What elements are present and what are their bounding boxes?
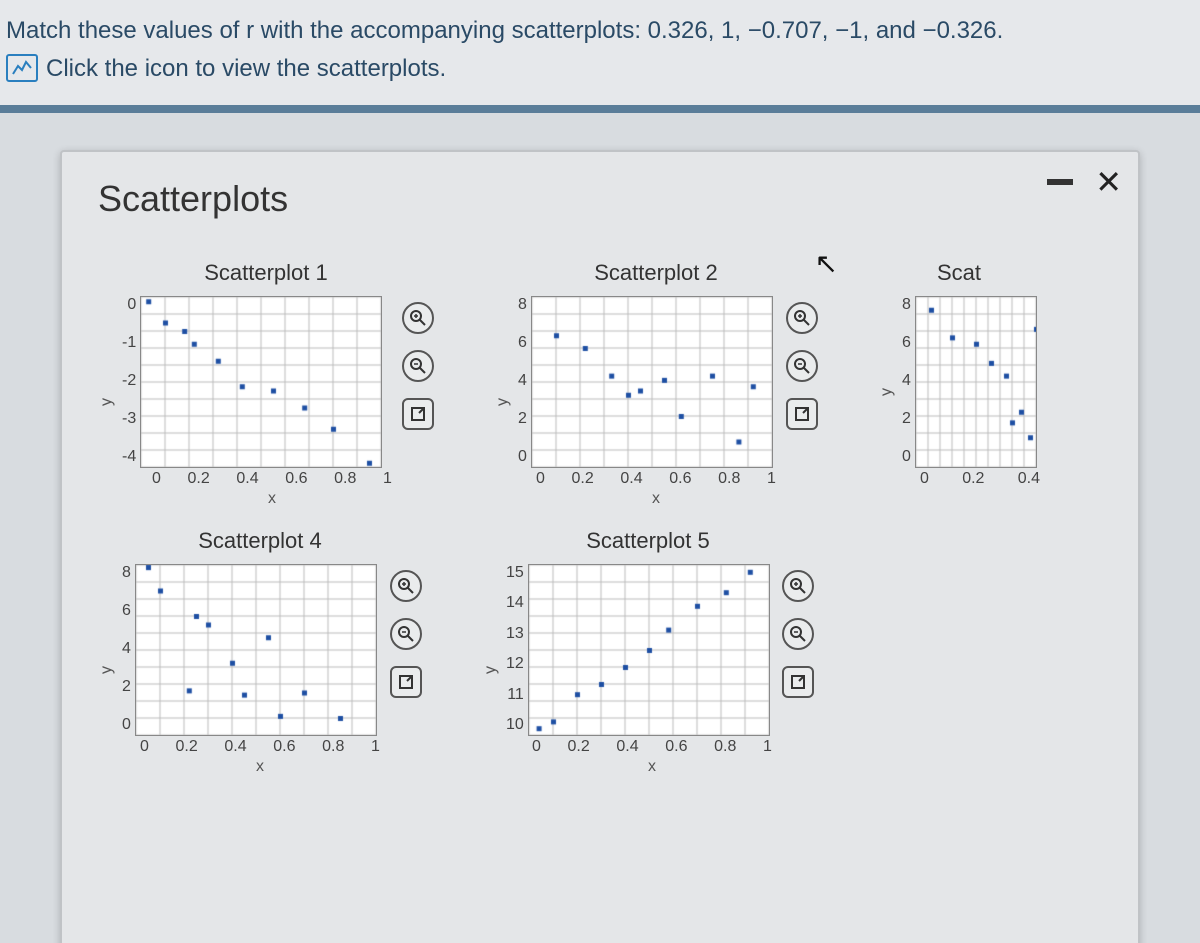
zoom-in-icon[interactable] — [782, 570, 814, 602]
scatterplots-dialog: ✕ ↖ Scatterplots Scatterplot 1 y 0-1-2-3… — [60, 150, 1140, 943]
question-line-1: Match these values of r with the accompa… — [6, 14, 1194, 48]
question-header: Match these values of r with the accompa… — [0, 0, 1200, 113]
plot-title: Scat — [937, 260, 981, 286]
zoom-in-icon[interactable] — [402, 302, 434, 334]
y-axis-label: y — [98, 398, 116, 406]
zoom-out-icon[interactable] — [782, 618, 814, 650]
dialog-title: Scatterplots — [98, 178, 1102, 220]
expand-icon[interactable] — [786, 398, 818, 430]
y-axis-label: y — [482, 666, 500, 674]
scatter-canvas-3 — [915, 296, 1037, 468]
expand-icon[interactable] — [782, 666, 814, 698]
question-line-2: Click the icon to view the scatterplots. — [46, 52, 446, 86]
scatterplot-1: Scatterplot 1 y 0-1-2-3-4 00.20.40.60.81… — [98, 260, 434, 508]
x-axis-label: x — [532, 758, 772, 776]
scatter-canvas-2 — [531, 296, 773, 468]
plot-title: Scatterplot 2 — [594, 260, 718, 286]
zoom-in-icon[interactable] — [786, 302, 818, 334]
scatter-canvas-1 — [140, 296, 382, 468]
cursor-icon: ↖ — [815, 247, 838, 280]
y-axis-label: y — [98, 666, 116, 674]
scatterplot-5: Scatterplot 5 y 151413121110 00.20.40.60… — [482, 528, 814, 776]
x-axis-label: x — [140, 758, 380, 776]
plot-tools — [402, 302, 434, 430]
zoom-out-icon[interactable] — [390, 618, 422, 650]
y-axis-label: y — [494, 398, 512, 406]
zoom-out-icon[interactable] — [786, 350, 818, 382]
zoom-out-icon[interactable] — [402, 350, 434, 382]
x-axis-label: x — [152, 490, 392, 508]
scatter-canvas-4 — [135, 564, 377, 736]
expand-icon[interactable] — [402, 398, 434, 430]
plot-title: Scatterplot 5 — [586, 528, 710, 554]
plot-title: Scatterplot 1 — [204, 260, 328, 286]
chart-line-icon[interactable] — [6, 54, 38, 82]
scatterplot-3: Scat y 86420 00.20.4 — [878, 260, 1040, 508]
scatter-canvas-5 — [528, 564, 770, 736]
expand-icon[interactable] — [390, 666, 422, 698]
y-axis-label: y — [878, 388, 896, 396]
scatterplot-2: Scatterplot 2 y 86420 00.20.40.60.81 x — [494, 260, 818, 508]
x-axis-label: x — [536, 490, 776, 508]
close-icon[interactable]: ✕ — [1095, 166, 1122, 198]
minimize-icon[interactable] — [1047, 179, 1073, 185]
zoom-in-icon[interactable] — [390, 570, 422, 602]
plot-title: Scatterplot 4 — [198, 528, 322, 554]
scatterplot-4: Scatterplot 4 y 86420 00.20.40.60.81 x — [98, 528, 422, 776]
